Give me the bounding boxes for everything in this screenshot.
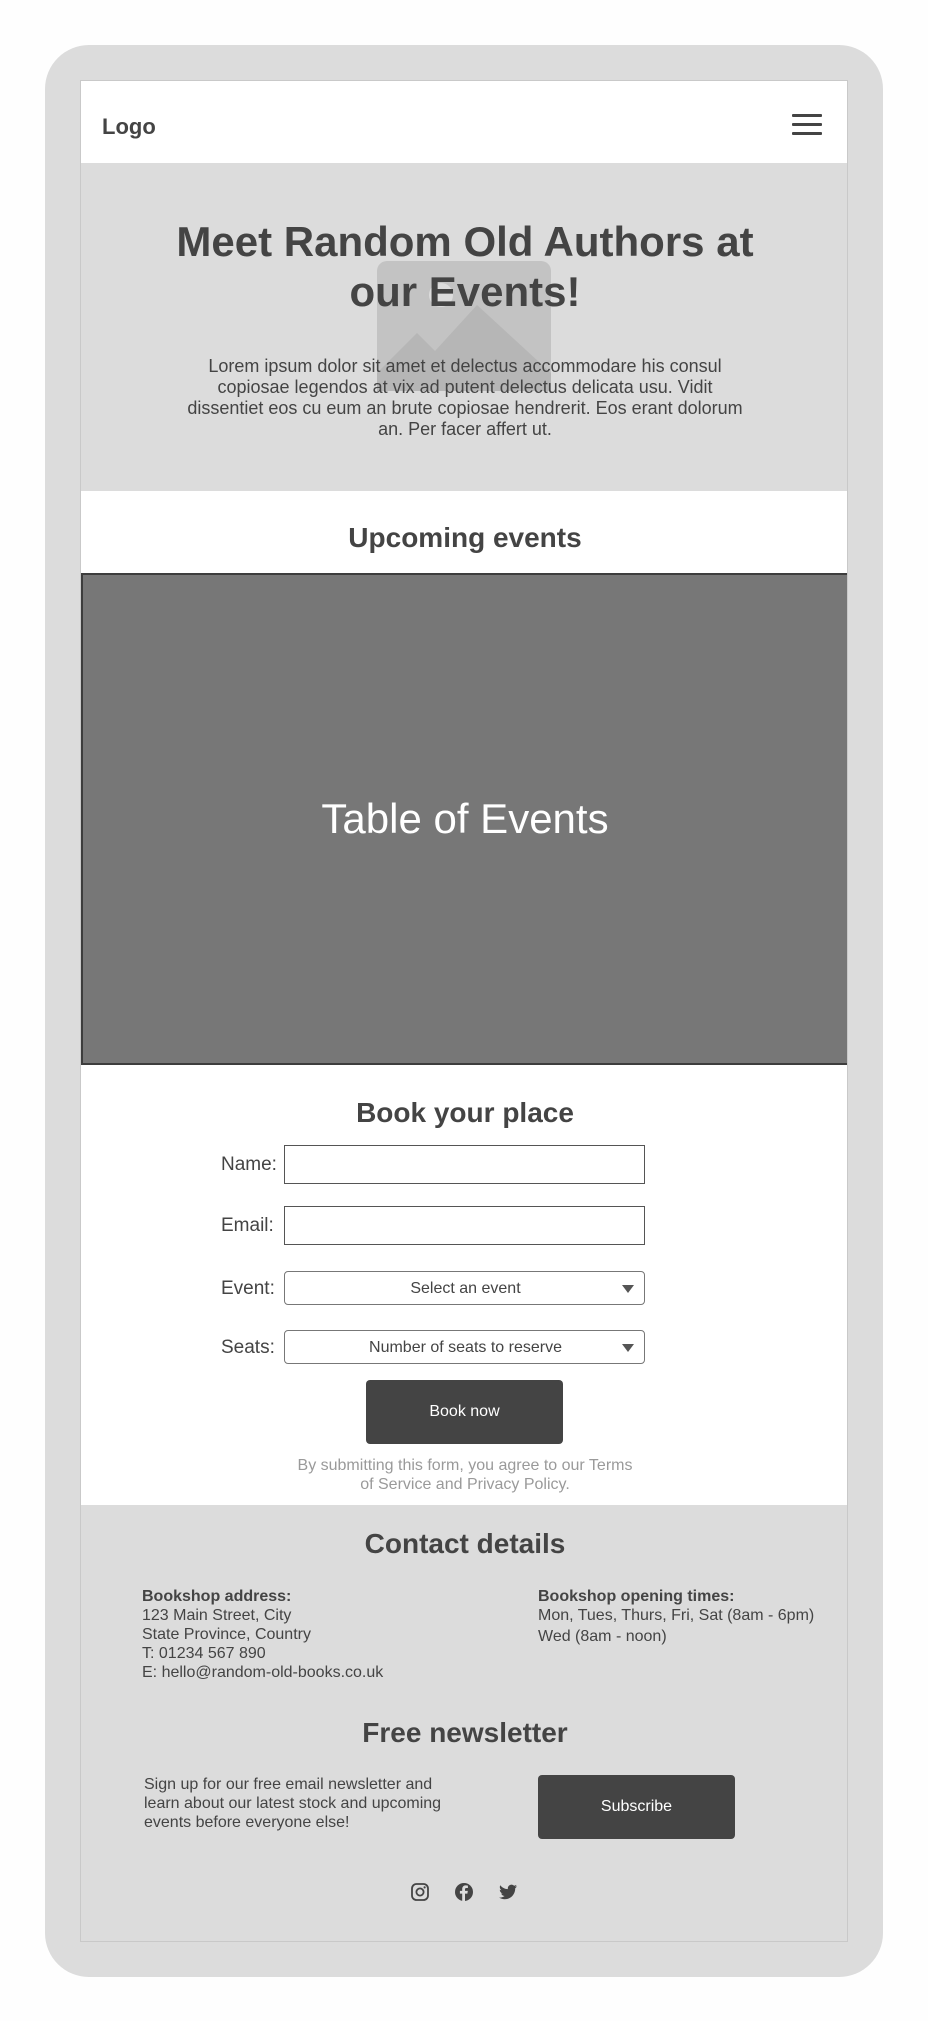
twitter-icon[interactable] bbox=[498, 1882, 518, 1902]
event-select[interactable]: Select an event bbox=[284, 1271, 645, 1305]
address-heading: Bookshop address: bbox=[142, 1588, 292, 1605]
site-header: Logo bbox=[81, 81, 847, 163]
hero-section: Meet Random Old Authors at our Events! L… bbox=[81, 163, 847, 491]
hamburger-menu-icon[interactable] bbox=[792, 114, 822, 138]
events-table-label: Table of Events bbox=[321, 795, 609, 842]
device-frame: Logo Meet Random Old Authors at our Even… bbox=[45, 45, 883, 1977]
logo[interactable]: Logo bbox=[102, 114, 156, 140]
screen: Logo Meet Random Old Authors at our Even… bbox=[80, 80, 848, 1942]
phone-number: T: 01234 567 890 bbox=[142, 1645, 266, 1662]
instagram-icon[interactable] bbox=[410, 1882, 430, 1902]
contact-title: Contact details bbox=[364, 1528, 566, 1559]
newsletter-text: Sign up for our free email newsletter an… bbox=[144, 1776, 442, 1831]
address-line1: 123 Main Street, City bbox=[142, 1607, 292, 1624]
name-input[interactable] bbox=[284, 1145, 645, 1184]
name-label: Name: bbox=[221, 1154, 277, 1175]
events-table[interactable]: Table of Events bbox=[81, 573, 847, 1065]
email-address[interactable]: E: hello@random-old-books.co.uk bbox=[142, 1663, 383, 1682]
seats-label: Seats: bbox=[221, 1337, 275, 1358]
address-line2: State Province, Country bbox=[142, 1626, 311, 1643]
hero-title: Meet Random Old Authors at our Events! bbox=[176, 218, 754, 315]
address-block: Bookshop address: 123 Main Street, City … bbox=[142, 1587, 383, 1682]
subscribe-button[interactable]: Subscribe bbox=[538, 1775, 735, 1839]
email-label: Email: bbox=[221, 1215, 274, 1236]
contact-section: Contact details Bookshop address: 123 Ma… bbox=[81, 1505, 847, 1941]
event-select-value: Select an event bbox=[410, 1280, 521, 1297]
event-label: Event: bbox=[221, 1278, 275, 1299]
hero-description: Lorem ipsum dolor sit amet et delectus a… bbox=[187, 356, 743, 439]
hours-heading: Bookshop opening times: bbox=[538, 1588, 735, 1605]
upcoming-events-title: Upcoming events bbox=[348, 522, 582, 553]
form-disclaimer: By submitting this form, you agree to ou… bbox=[297, 1457, 633, 1493]
hours-line1: Mon, Tues, Thurs, Fri, Sat (8am - 6pm) bbox=[538, 1607, 815, 1624]
newsletter-title: Free newsletter bbox=[362, 1717, 568, 1748]
facebook-icon[interactable] bbox=[454, 1882, 474, 1902]
booking-title: Book your place bbox=[356, 1097, 574, 1128]
caret-down-icon bbox=[622, 1285, 634, 1293]
hours-line2: Wed (8am - noon) bbox=[538, 1628, 667, 1645]
caret-down-icon bbox=[622, 1344, 634, 1352]
book-now-button[interactable]: Book now bbox=[366, 1380, 563, 1444]
hours-block: Bookshop opening times: Mon, Tues, Thurs… bbox=[538, 1587, 814, 1646]
email-input[interactable] bbox=[284, 1206, 645, 1245]
seats-select[interactable]: Number of seats to reserve bbox=[284, 1330, 645, 1364]
seats-select-value: Number of seats to reserve bbox=[369, 1339, 562, 1356]
